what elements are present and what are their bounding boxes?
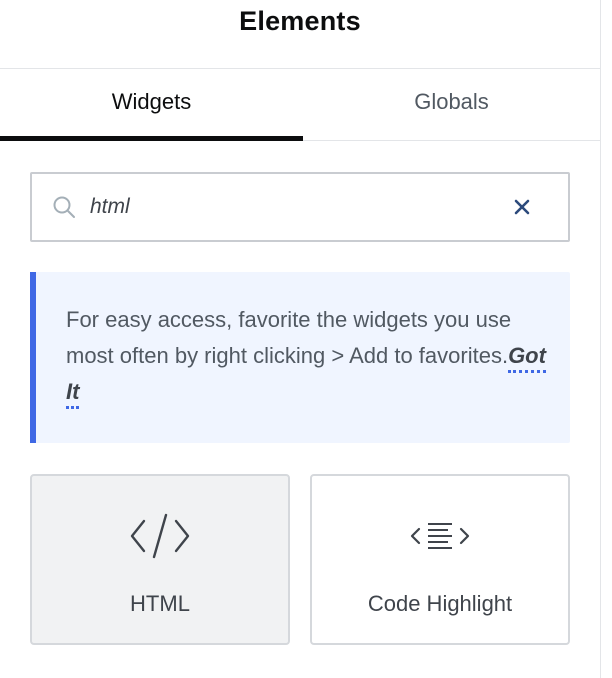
search-field xyxy=(30,172,570,242)
search-input[interactable] xyxy=(90,187,502,227)
panel-edge xyxy=(600,0,612,678)
widget-label: HTML xyxy=(130,591,190,616)
code-tag-icon xyxy=(130,506,190,566)
panel-title: Elements xyxy=(239,6,361,36)
tab-globals[interactable]: Globals xyxy=(303,69,600,140)
widget-html[interactable]: HTML xyxy=(30,474,290,645)
tab-widgets[interactable]: Widgets xyxy=(0,69,303,140)
widget-code-highlight[interactable]: Code Highlight xyxy=(310,474,570,645)
code-highlight-icon xyxy=(410,506,470,566)
elements-panel: Elements Widgets Globals For easy access… xyxy=(0,0,600,678)
close-icon xyxy=(514,199,530,215)
tab-bar: Widgets Globals xyxy=(0,69,600,141)
active-tab-indicator xyxy=(0,136,303,141)
favorites-tip-notice: For easy access, favorite the widgets yo… xyxy=(30,272,570,443)
widget-label: Code Highlight xyxy=(367,591,513,616)
notice-text: For easy access, favorite the widgets yo… xyxy=(66,307,512,368)
search-icon xyxy=(53,196,75,218)
panel-header: Elements xyxy=(0,0,600,69)
clear-search-button[interactable] xyxy=(502,187,542,227)
